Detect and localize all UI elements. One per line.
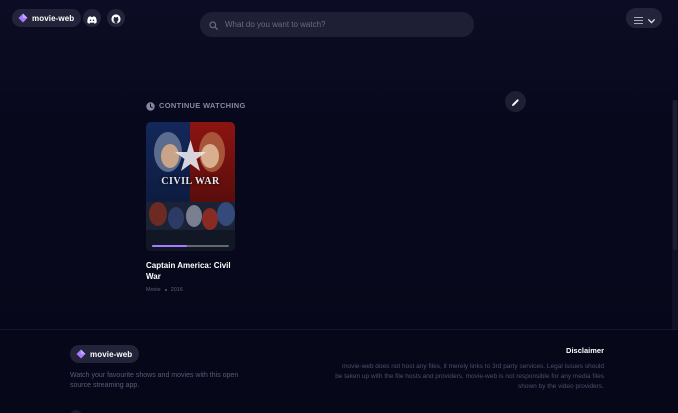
scrollbar-thumb[interactable] xyxy=(673,100,677,250)
media-year: 2016 xyxy=(170,287,183,293)
edit-button[interactable] xyxy=(505,91,526,112)
footer-tagline: Watch your favourite shows and movies wi… xyxy=(70,372,239,389)
media-type: Movie xyxy=(146,287,161,293)
search-icon xyxy=(209,15,218,34)
logo-icon xyxy=(76,349,86,359)
menu-dropdown-button[interactable] xyxy=(626,8,662,28)
continue-watching-heading: CONTINUE WATCHING xyxy=(146,96,246,115)
brand-logo-button[interactable]: movie-web xyxy=(12,9,82,27)
footer-brand-logo[interactable]: movie-web xyxy=(70,345,140,363)
github-icon xyxy=(111,9,121,28)
watch-progress-bar xyxy=(152,245,229,247)
app-page: movie-web What do you want to watch? CON… xyxy=(0,0,678,413)
github-button[interactable] xyxy=(107,9,125,27)
media-title: Captain America: Civil War xyxy=(146,261,231,281)
clock-icon xyxy=(146,96,155,115)
media-meta: Movie 2016 xyxy=(146,287,235,293)
logo-icon xyxy=(18,13,28,23)
search-bar[interactable] xyxy=(200,12,474,37)
footer-brand-label: movie-web xyxy=(90,349,133,359)
meta-separator-dot xyxy=(164,289,167,291)
discord-button[interactable] xyxy=(83,9,101,27)
hamburger-icon xyxy=(633,9,643,28)
poster-title: CIVIL WAR xyxy=(161,176,220,187)
disclaimer-heading: Disclaimer xyxy=(566,346,604,355)
search-input[interactable] xyxy=(225,20,455,29)
top-navbar: movie-web xyxy=(0,0,678,40)
section-title-text: CONTINUE WATCHING xyxy=(159,101,246,110)
disclaimer-text: movie-web does not host any files, it me… xyxy=(335,363,604,390)
media-card[interactable]: CIVIL WAR Captain America: Civil War Mov… xyxy=(146,122,235,293)
discord-icon xyxy=(87,9,97,28)
brand-label: movie-web xyxy=(32,13,75,23)
page-footer: movie-web Watch your favourite shows and… xyxy=(0,329,678,413)
media-poster[interactable]: CIVIL WAR xyxy=(146,122,235,251)
pencil-icon xyxy=(511,92,520,111)
watch-progress-fill xyxy=(152,245,187,247)
chevron-down-icon xyxy=(647,9,655,28)
